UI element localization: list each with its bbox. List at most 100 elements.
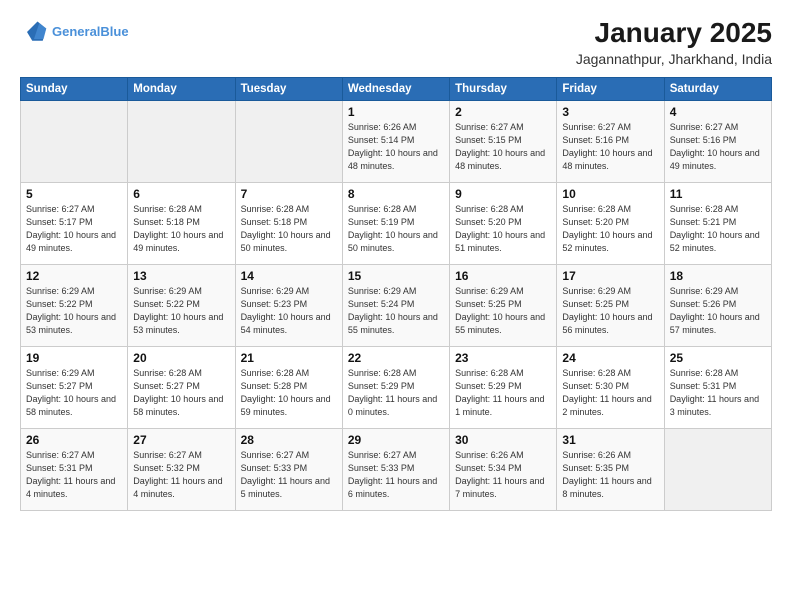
calendar-cell: 28 Sunrise: 6:27 AMSunset: 5:33 PMDayligh… [235,428,342,510]
day-info: Sunrise: 6:29 AMSunset: 5:25 PMDaylight:… [562,285,658,337]
day-info: Sunrise: 6:26 AMSunset: 5:35 PMDaylight:… [562,449,658,501]
day-info: Sunrise: 6:26 AMSunset: 5:14 PMDaylight:… [348,121,444,173]
calendar-cell: 19 Sunrise: 6:29 AMSunset: 5:27 PMDayligh… [21,346,128,428]
calendar-cell [664,428,771,510]
day-info: Sunrise: 6:28 AMSunset: 5:18 PMDaylight:… [133,203,229,255]
header: GeneralBlue January 2025 Jagannathpur, J… [20,18,772,67]
day-info: Sunrise: 6:29 AMSunset: 5:24 PMDaylight:… [348,285,444,337]
day-info: Sunrise: 6:28 AMSunset: 5:20 PMDaylight:… [562,203,658,255]
calendar-cell: 4 Sunrise: 6:27 AMSunset: 5:16 PMDaylight… [664,100,771,182]
col-thursday: Thursday [450,77,557,100]
calendar-week-5: 26Sunrise: 6:27 AMSunset: 5:31 PMDayligh… [21,428,772,510]
day-number: 5 [26,187,122,201]
day-info: Sunrise: 6:28 AMSunset: 5:29 PMDaylight:… [348,367,444,419]
col-sunday: Sunday [21,77,128,100]
day-info: Sunrise: 6:28 AMSunset: 5:28 PMDaylight:… [241,367,337,419]
calendar-cell: 10 Sunrise: 6:28 AMSunset: 5:20 PMDayligh… [557,182,664,264]
day-number: 22 [348,351,444,365]
day-number: 7 [241,187,337,201]
header-row: Sunday Monday Tuesday Wednesday Thursday… [21,77,772,100]
day-number: 21 [241,351,337,365]
calendar-cell: 5 Sunrise: 6:27 AMSunset: 5:17 PMDaylight… [21,182,128,264]
day-info: Sunrise: 6:28 AMSunset: 5:29 PMDaylight:… [455,367,551,419]
calendar-header: Sunday Monday Tuesday Wednesday Thursday… [21,77,772,100]
col-tuesday: Tuesday [235,77,342,100]
day-number: 24 [562,351,658,365]
calendar-cell: 16 Sunrise: 6:29 AMSunset: 5:25 PMDayligh… [450,264,557,346]
calendar-cell: 24 Sunrise: 6:28 AMSunset: 5:30 PMDayligh… [557,346,664,428]
day-info: Sunrise: 6:27 AMSunset: 5:17 PMDaylight:… [26,203,122,255]
day-info: Sunrise: 6:29 AMSunset: 5:23 PMDaylight:… [241,285,337,337]
calendar-cell: 17 Sunrise: 6:29 AMSunset: 5:25 PMDayligh… [557,264,664,346]
day-info: Sunrise: 6:29 AMSunset: 5:22 PMDaylight:… [26,285,122,337]
day-info: Sunrise: 6:27 AMSunset: 5:32 PMDaylight:… [133,449,229,501]
day-number: 4 [670,105,766,119]
day-info: Sunrise: 6:27 AMSunset: 5:33 PMDaylight:… [241,449,337,501]
calendar-cell: 3Sunrise: 6:27 AMSunset: 5:16 PMDaylight… [557,100,664,182]
day-number: 14 [241,269,337,283]
day-number: 6 [133,187,229,201]
day-info: Sunrise: 6:29 AMSunset: 5:26 PMDaylight:… [670,285,766,337]
calendar-cell: 2 Sunrise: 6:27 AMSunset: 5:15 PMDaylight… [450,100,557,182]
calendar-cell: 1 Sunrise: 6:26 AMSunset: 5:14 PMDaylight… [342,100,449,182]
day-number: 20 [133,351,229,365]
logo-text: GeneralBlue [52,24,129,40]
day-info: Sunrise: 6:27 AMSunset: 5:15 PMDaylight:… [455,121,551,173]
day-number: 16 [455,269,551,283]
calendar-cell: 30Sunrise: 6:26 AMSunset: 5:34 PMDayligh… [450,428,557,510]
day-info: Sunrise: 6:29 AMSunset: 5:27 PMDaylight:… [26,367,122,419]
day-number: 9 [455,187,551,201]
day-number: 17 [562,269,658,283]
day-number: 13 [133,269,229,283]
calendar-body: 1 Sunrise: 6:26 AMSunset: 5:14 PMDaylight… [21,100,772,510]
calendar-cell: 25 Sunrise: 6:28 AMSunset: 5:31 PMDayligh… [664,346,771,428]
day-number: 1 [348,105,444,119]
calendar-week-3: 12Sunrise: 6:29 AMSunset: 5:22 PMDayligh… [21,264,772,346]
calendar-cell: 20 Sunrise: 6:28 AMSunset: 5:27 PMDayligh… [128,346,235,428]
page: GeneralBlue January 2025 Jagannathpur, J… [0,0,792,612]
col-friday: Friday [557,77,664,100]
day-number: 27 [133,433,229,447]
calendar-cell [128,100,235,182]
day-info: Sunrise: 6:27 AMSunset: 5:16 PMDaylight:… [670,121,766,173]
calendar-cell: 12Sunrise: 6:29 AMSunset: 5:22 PMDayligh… [21,264,128,346]
calendar-cell: 9Sunrise: 6:28 AMSunset: 5:20 PMDaylight… [450,182,557,264]
calendar-cell: 11 Sunrise: 6:28 AMSunset: 5:21 PMDayligh… [664,182,771,264]
day-number: 15 [348,269,444,283]
day-number: 19 [26,351,122,365]
col-saturday: Saturday [664,77,771,100]
day-number: 11 [670,187,766,201]
calendar-cell: 29Sunrise: 6:27 AMSunset: 5:33 PMDayligh… [342,428,449,510]
logo: GeneralBlue [20,18,129,46]
calendar-week-2: 5 Sunrise: 6:27 AMSunset: 5:17 PMDaylight… [21,182,772,264]
day-number: 2 [455,105,551,119]
day-info: Sunrise: 6:27 AMSunset: 5:33 PMDaylight:… [348,449,444,501]
day-number: 10 [562,187,658,201]
day-number: 28 [241,433,337,447]
day-info: Sunrise: 6:28 AMSunset: 5:27 PMDaylight:… [133,367,229,419]
calendar-cell [235,100,342,182]
day-number: 25 [670,351,766,365]
day-info: Sunrise: 6:28 AMSunset: 5:30 PMDaylight:… [562,367,658,419]
day-info: Sunrise: 6:28 AMSunset: 5:21 PMDaylight:… [670,203,766,255]
calendar-cell: 13 Sunrise: 6:29 AMSunset: 5:22 PMDayligh… [128,264,235,346]
day-number: 23 [455,351,551,365]
day-info: Sunrise: 6:29 AMSunset: 5:22 PMDaylight:… [133,285,229,337]
calendar-cell: 26Sunrise: 6:27 AMSunset: 5:31 PMDayligh… [21,428,128,510]
day-info: Sunrise: 6:28 AMSunset: 5:18 PMDaylight:… [241,203,337,255]
main-title: January 2025 [576,18,772,49]
logo-line1: General [52,24,100,39]
calendar-cell: 31Sunrise: 6:26 AMSunset: 5:35 PMDayligh… [557,428,664,510]
calendar-cell: 21 Sunrise: 6:28 AMSunset: 5:28 PMDayligh… [235,346,342,428]
calendar-week-1: 1 Sunrise: 6:26 AMSunset: 5:14 PMDaylight… [21,100,772,182]
day-number: 8 [348,187,444,201]
calendar-cell [21,100,128,182]
calendar-cell: 23 Sunrise: 6:28 AMSunset: 5:29 PMDayligh… [450,346,557,428]
day-number: 26 [26,433,122,447]
logo-icon [20,18,48,46]
col-wednesday: Wednesday [342,77,449,100]
day-info: Sunrise: 6:28 AMSunset: 5:31 PMDaylight:… [670,367,766,419]
calendar-cell: 8Sunrise: 6:28 AMSunset: 5:19 PMDaylight… [342,182,449,264]
calendar-cell: 7 Sunrise: 6:28 AMSunset: 5:18 PMDaylight… [235,182,342,264]
day-info: Sunrise: 6:29 AMSunset: 5:25 PMDaylight:… [455,285,551,337]
